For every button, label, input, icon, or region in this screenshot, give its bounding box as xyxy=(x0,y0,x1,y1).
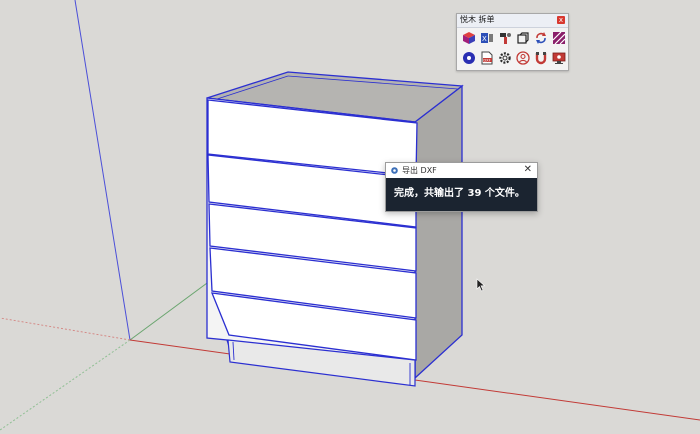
dialog-close-icon[interactable]: ✕ xyxy=(524,164,532,176)
plugin-toolbar[interactable]: 悦木 拆单 x X DXF xyxy=(456,13,569,71)
monitor-icon[interactable] xyxy=(551,50,566,65)
dialog-body: 完成，共输出了 39 个文件。 xyxy=(386,178,537,211)
svg-text:X: X xyxy=(482,35,487,43)
refresh-icon[interactable] xyxy=(533,30,548,45)
model-viewport[interactable] xyxy=(0,0,700,434)
dxf-file-icon[interactable]: DXF xyxy=(479,50,494,65)
gear-icon[interactable] xyxy=(497,50,512,65)
magnet-icon[interactable] xyxy=(533,50,548,65)
toolbar-close-button[interactable]: x xyxy=(557,16,565,24)
svg-text:DXF: DXF xyxy=(483,58,490,62)
dialog-title: 导出 DXF xyxy=(402,166,437,175)
toolbar-row-2: DXF xyxy=(461,50,566,65)
app-gear-icon xyxy=(391,167,398,174)
export-dxf-dialog[interactable]: 导出 DXF ✕ 完成，共输出了 39 个文件。 xyxy=(385,162,538,212)
toolbar-title-bar[interactable]: 悦木 拆单 x xyxy=(457,14,568,28)
scene-canvas[interactable] xyxy=(0,0,700,434)
red-axis-ext xyxy=(0,317,131,341)
hatch-icon[interactable] xyxy=(551,30,566,45)
export-cut-icon[interactable]: X xyxy=(479,30,494,45)
dialog-message: 完成，共输出了 39 个文件。 xyxy=(394,188,525,199)
disc-icon[interactable] xyxy=(461,50,476,65)
toolbar-row-1: X xyxy=(461,30,566,45)
blue-axis xyxy=(74,0,131,341)
copy-box-icon[interactable] xyxy=(515,30,530,45)
green-axis-ext xyxy=(0,339,131,431)
plug-icon[interactable] xyxy=(497,30,512,45)
dialog-title-bar[interactable]: 导出 DXF ✕ xyxy=(386,163,537,178)
toolbar-title: 悦木 拆单 xyxy=(460,15,495,24)
cabinet-side-panel[interactable] xyxy=(414,84,463,380)
cube-icon[interactable] xyxy=(461,30,476,45)
mouse-pointer-icon xyxy=(476,278,486,292)
user-circle-icon[interactable] xyxy=(515,50,530,65)
